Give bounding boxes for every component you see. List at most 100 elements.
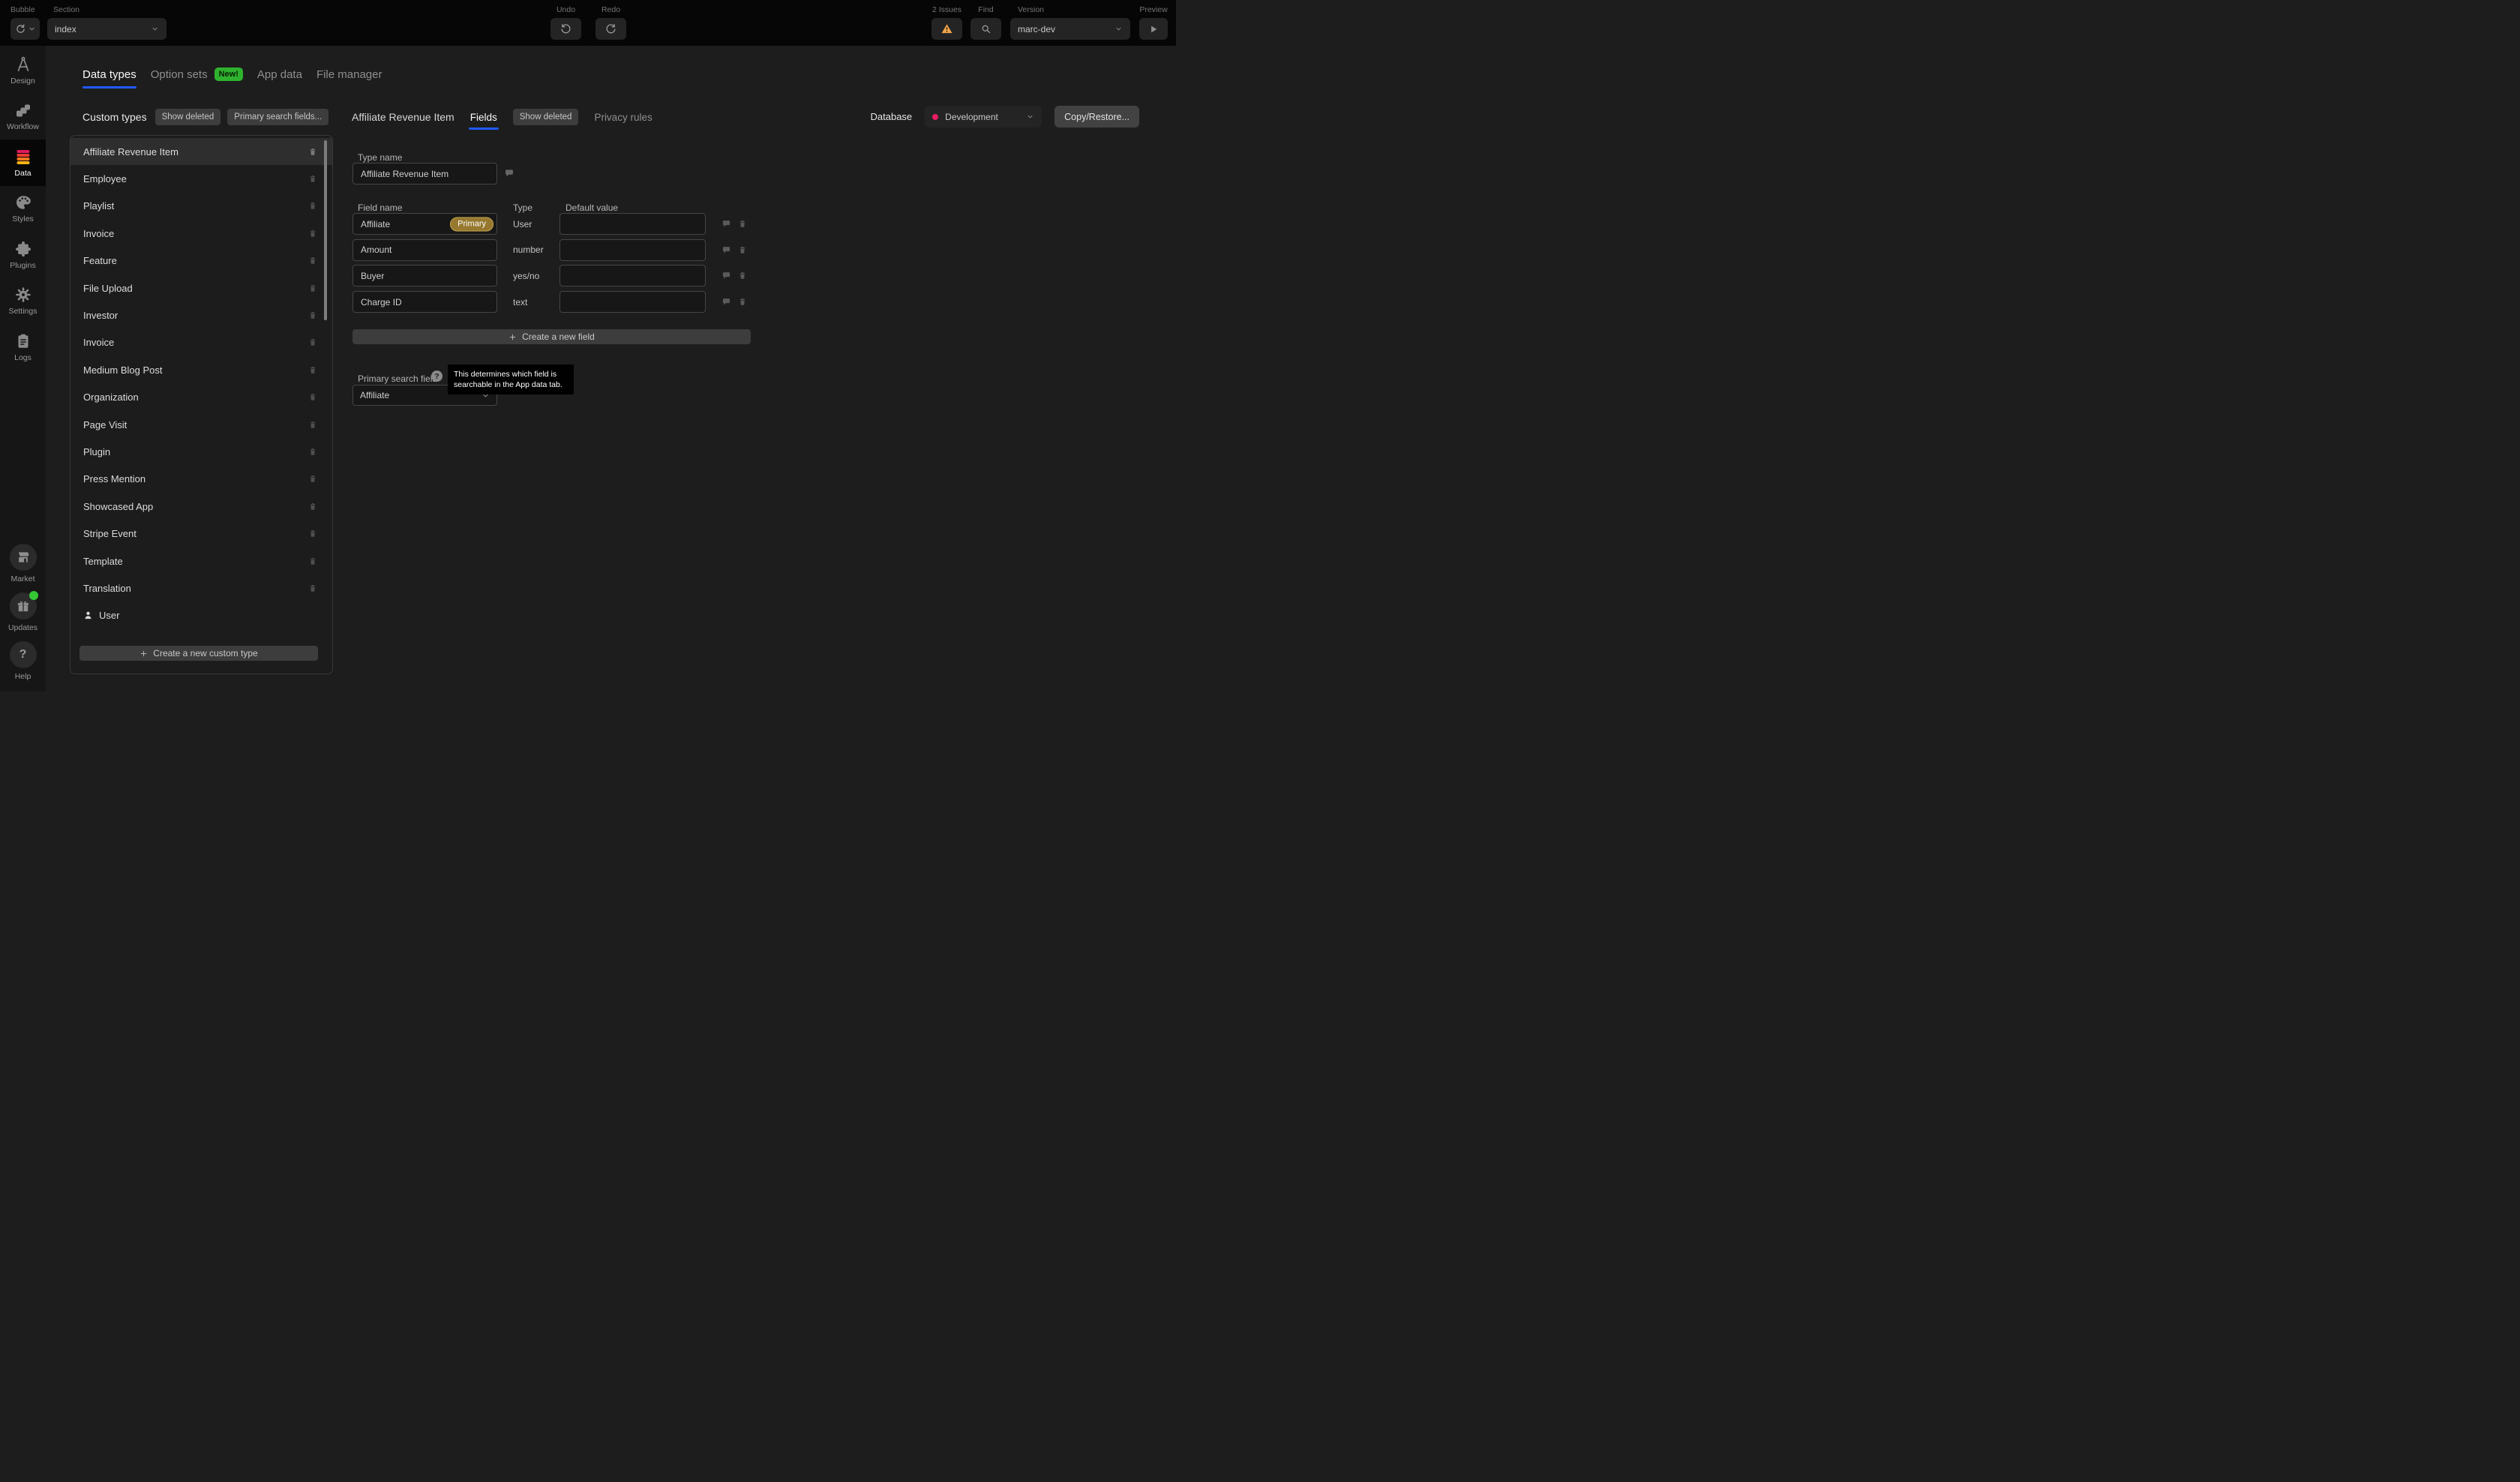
custom-types-panel: Affiliate Revenue ItemEmployeePlaylistIn…	[70, 135, 333, 674]
trash-icon[interactable]	[308, 392, 317, 402]
custom-type-row-user[interactable]: User	[70, 602, 332, 629]
custom-type-row-organization[interactable]: Organization	[70, 384, 332, 411]
top-bar: Bubble Section index Undo Redo 2 Issues …	[0, 0, 1176, 46]
trash-icon[interactable]	[308, 420, 317, 430]
tab-privacy-rules[interactable]: Privacy rules	[594, 112, 652, 123]
trash-icon[interactable]	[308, 584, 317, 593]
trash-icon[interactable]	[308, 256, 317, 266]
custom-type-row-template[interactable]: Template	[70, 548, 332, 574]
custom-type-row-medium-blog-post[interactable]: Medium Blog Post	[70, 356, 332, 383]
preview-button[interactable]	[1139, 18, 1168, 40]
trash-icon[interactable]	[308, 474, 317, 484]
trash-icon[interactable]	[308, 365, 317, 375]
custom-type-row-employee[interactable]: Employee	[70, 165, 332, 192]
custom-type-row-file-upload[interactable]: File Upload	[70, 274, 332, 302]
sidebar-item-plugins[interactable]: Plugins	[0, 232, 46, 278]
comment-icon[interactable]	[722, 245, 731, 255]
redo-icon	[605, 23, 616, 34]
redo-button[interactable]	[596, 18, 626, 40]
create-custom-type-button[interactable]: Create a new custom type	[80, 646, 318, 661]
sidebar-item-updates[interactable]: Updates	[0, 588, 46, 637]
field-row-buyer: yes/no	[352, 265, 747, 286]
sidebar-item-settings[interactable]: Settings	[0, 278, 46, 325]
trash-icon[interactable]	[738, 297, 747, 307]
default-value-input[interactable]	[560, 213, 706, 235]
custom-type-row-translation[interactable]: Translation	[70, 574, 332, 602]
show-deleted-fields-button[interactable]: Show deleted	[513, 109, 579, 125]
create-field-button[interactable]: Create a new field	[352, 329, 751, 344]
trash-icon[interactable]	[308, 174, 317, 184]
field-name-cell: Primary	[352, 213, 497, 235]
custom-type-name: Page Visit	[83, 419, 127, 430]
trash-icon[interactable]	[738, 219, 747, 229]
tab-option-sets[interactable]: Option setsNew!	[151, 68, 243, 81]
sidebar-item-label: Plugins	[10, 261, 35, 270]
trash-icon[interactable]	[738, 271, 747, 280]
create-field-label: Create a new field	[522, 332, 595, 342]
trash-icon[interactable]	[308, 284, 317, 293]
sidebar-item-help[interactable]: ?Help	[0, 637, 46, 686]
comment-icon[interactable]	[722, 271, 731, 280]
sidebar-item-workflow[interactable]: Workflow	[0, 94, 46, 140]
sidebar-item-styles[interactable]: Styles	[0, 186, 46, 232]
default-value-input[interactable]	[560, 265, 706, 286]
custom-type-row-showcased-app[interactable]: Showcased App	[70, 493, 332, 520]
find-button[interactable]	[970, 18, 1001, 40]
copy-restore-button[interactable]: Copy/Restore...	[1054, 106, 1139, 128]
custom-type-name: Feature	[83, 255, 117, 266]
comment-icon[interactable]	[504, 168, 514, 178]
custom-type-row-page-visit[interactable]: Page Visit	[70, 411, 332, 438]
version-select[interactable]: marc-dev	[1010, 18, 1130, 40]
custom-type-row-feature[interactable]: Feature	[70, 248, 332, 274]
list-scrollbar[interactable]	[324, 140, 327, 320]
trash-icon[interactable]	[308, 556, 317, 566]
field-name-input[interactable]	[352, 291, 497, 313]
tab-app-data[interactable]: App data	[257, 68, 302, 81]
custom-type-row-invoice[interactable]: Invoice	[70, 329, 332, 356]
primary-search-fields-button[interactable]: Primary search fields...	[227, 109, 328, 125]
trash-icon[interactable]	[308, 529, 317, 538]
default-value-input[interactable]	[560, 239, 706, 261]
trash-icon[interactable]	[308, 147, 317, 157]
primary-search-tooltip: This determines which field is searchabl…	[448, 364, 574, 394]
trash-icon[interactable]	[738, 245, 747, 255]
sidebar-item-market[interactable]: Market	[0, 539, 46, 588]
store-icon	[16, 550, 31, 565]
field-name-input[interactable]	[352, 265, 497, 286]
sidebar-item-data[interactable]: Data	[0, 140, 46, 186]
field-name-input[interactable]	[352, 239, 497, 261]
main-content: Data types Option setsNew! App data File ma…	[46, 46, 1176, 692]
nav-bottom-items: MarketUpdates?Help	[0, 539, 46, 692]
trash-icon[interactable]	[308, 310, 317, 320]
section-select[interactable]: index	[47, 18, 166, 40]
issues-button[interactable]	[932, 18, 962, 40]
sidebar-item-design[interactable]: Design	[0, 47, 46, 94]
sidebar-item-logs[interactable]: Logs	[0, 324, 46, 370]
custom-type-row-invoice[interactable]: Invoice	[70, 220, 332, 247]
custom-type-name: Invoice	[83, 337, 114, 348]
tab-data-types[interactable]: Data types	[82, 68, 136, 81]
trash-icon[interactable]	[308, 201, 317, 211]
comment-icon[interactable]	[722, 219, 731, 229]
trash-icon[interactable]	[308, 447, 317, 457]
field-row-actions	[722, 219, 747, 229]
custom-type-row-investor[interactable]: Investor	[70, 302, 332, 328]
tab-fields[interactable]: Fields	[470, 112, 497, 123]
custom-type-row-playlist[interactable]: Playlist	[70, 193, 332, 220]
custom-type-row-press-mention[interactable]: Press Mention	[70, 466, 332, 493]
custom-type-row-stripe-event[interactable]: Stripe Event	[70, 520, 332, 547]
default-value-input[interactable]	[560, 291, 706, 313]
tab-file-manager[interactable]: File manager	[316, 68, 382, 81]
refresh-menu-button[interactable]	[10, 18, 40, 40]
environment-select[interactable]: Development	[925, 106, 1042, 128]
type-name-input[interactable]	[352, 163, 497, 184]
show-deleted-types-button[interactable]: Show deleted	[155, 109, 221, 125]
custom-type-row-affiliate-revenue-item[interactable]: Affiliate Revenue Item	[70, 138, 332, 165]
help-icon[interactable]: ?	[431, 370, 442, 382]
trash-icon[interactable]	[308, 338, 317, 347]
trash-icon[interactable]	[308, 229, 317, 238]
undo-button[interactable]	[550, 18, 581, 40]
trash-icon[interactable]	[308, 502, 317, 512]
custom-type-row-plugin[interactable]: Plugin	[70, 438, 332, 465]
comment-icon[interactable]	[722, 297, 731, 307]
